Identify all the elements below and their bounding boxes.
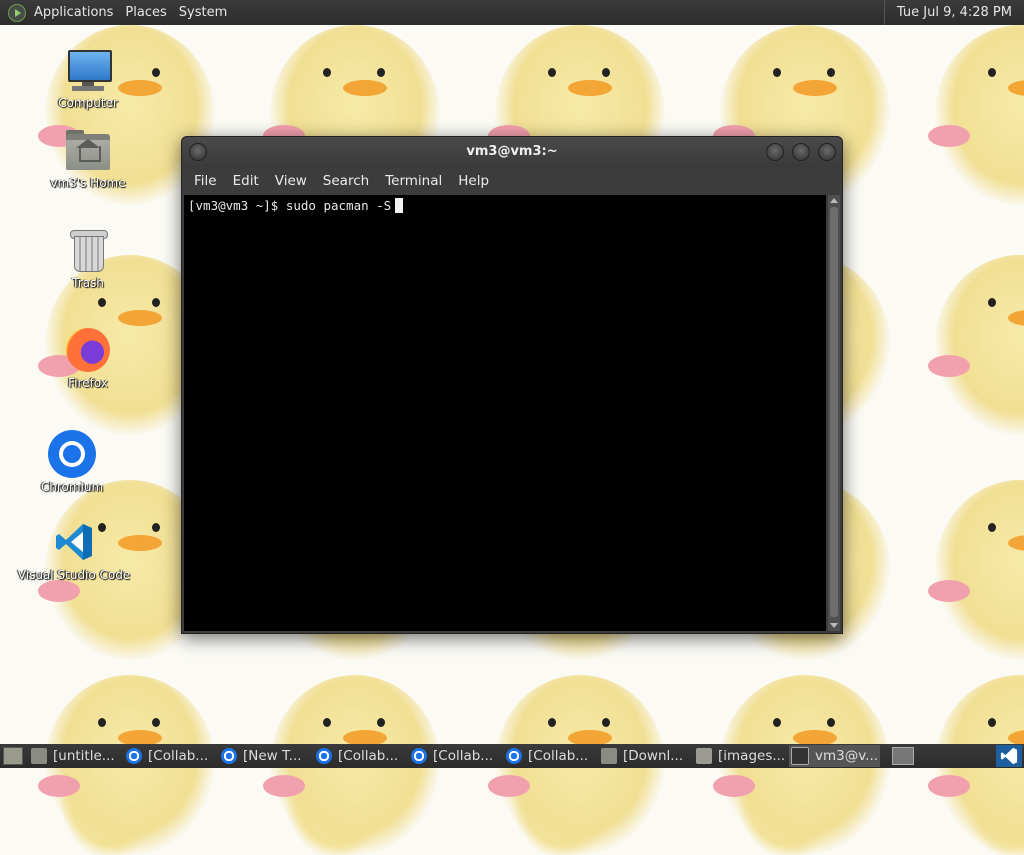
taskbar-task[interactable]: [Collab... <box>314 745 405 767</box>
applications-menu-icon[interactable] <box>8 3 26 22</box>
folder-icon <box>31 748 47 764</box>
scrollbar-thumb[interactable] <box>830 207 838 617</box>
taskbar-task-label: [untitle... <box>53 748 115 764</box>
home-folder-icon <box>64 126 112 174</box>
taskbar-task[interactable]: [New T... <box>219 745 310 767</box>
taskbar-task-label: vm3@v... <box>815 748 879 764</box>
desktop-icon-vscode[interactable]: Visual Studio Code <box>14 518 134 582</box>
scroll-up-icon[interactable] <box>830 198 838 203</box>
terminal-titlebar[interactable]: vm3@vm3:~ <box>182 137 842 167</box>
menu-terminal[interactable]: Terminal <box>377 173 450 189</box>
chromium-icon <box>126 748 142 764</box>
prompt-line: [vm3@vm3 ~]$ sudo pacman -S <box>184 195 826 216</box>
taskbar-task-label: [Collab... <box>148 748 209 764</box>
chromium-icon <box>411 748 427 764</box>
desktop-icon-computer[interactable]: Computer <box>28 46 148 110</box>
minimize-icon[interactable] <box>766 143 784 161</box>
firefox-icon <box>64 326 112 374</box>
taskbar: [untitle... [Collab... [New T... [Collab...… <box>0 744 1024 768</box>
desktop-icon-home[interactable]: vm3's Home <box>28 126 148 190</box>
desktop-icon-label: Firefox <box>68 376 108 390</box>
terminal-menubar: File Edit View Search Terminal Help <box>182 167 842 195</box>
taskbar-task-label: [images... <box>718 748 785 764</box>
window-title: vm3@vm3:~ <box>466 144 558 159</box>
terminal-output[interactable]: [vm3@vm3 ~]$ sudo pacman -S <box>184 195 826 631</box>
system-menu[interactable]: System <box>175 5 235 20</box>
task-list: [untitle... [Collab... [New T... [Collab...… <box>29 745 884 767</box>
taskbar-task[interactable]: [Collab... <box>409 745 500 767</box>
workspace-switcher[interactable] <box>892 747 914 765</box>
terminal-icon <box>791 747 809 765</box>
folder-icon <box>601 748 617 764</box>
desktop-icon-firefox[interactable]: Firefox <box>28 326 148 390</box>
desktop-icon-label: Trash <box>72 276 104 290</box>
top-panel: Applications Places System Tue Jul 9, 4:… <box>0 0 1024 25</box>
scroll-down-icon[interactable] <box>830 623 838 628</box>
trash-icon <box>64 226 112 274</box>
show-desktop-icon[interactable] <box>3 747 23 765</box>
desktop-icon-chromium[interactable]: Chromium <box>12 430 132 494</box>
chromium-icon <box>48 430 96 478</box>
menu-search[interactable]: Search <box>315 173 377 189</box>
menu-view[interactable]: View <box>267 173 315 189</box>
desktop-icon-label: Visual Studio Code <box>17 568 131 582</box>
text-cursor <box>395 198 404 213</box>
taskbar-task-label: [Collab... <box>433 748 494 764</box>
applications-menu[interactable]: Applications <box>30 5 121 20</box>
prompt-text: [vm3@vm3 ~]$ sudo pacman -S <box>188 198 392 213</box>
desktop-icon-label: Chromium <box>40 480 104 494</box>
chromium-icon <box>316 748 332 764</box>
taskbar-task-label: [Downl... <box>623 748 684 764</box>
menu-file[interactable]: File <box>186 173 225 189</box>
computer-icon <box>64 46 112 94</box>
menu-edit[interactable]: Edit <box>225 173 267 189</box>
maximize-icon[interactable] <box>792 143 810 161</box>
desktop-icon-trash[interactable]: Trash <box>28 226 148 290</box>
desktop-icon-label: vm3's Home <box>50 176 126 190</box>
vscode-icon <box>50 518 98 566</box>
taskbar-task[interactable]: [Collab... <box>124 745 215 767</box>
taskbar-task-label: [New T... <box>243 748 302 764</box>
vscode-tray-icon[interactable] <box>996 745 1022 767</box>
terminal-window[interactable]: vm3@vm3:~ File Edit View Search Terminal… <box>181 136 843 634</box>
chromium-icon <box>221 748 237 764</box>
taskbar-task[interactable]: [Downl... <box>599 745 690 767</box>
menu-help[interactable]: Help <box>450 173 497 189</box>
taskbar-task[interactable]: [untitle... <box>29 745 120 767</box>
taskbar-task[interactable]: [Collab... <box>504 745 595 767</box>
taskbar-task[interactable]: vm3@v... <box>789 745 880 767</box>
terminal-scrollbar[interactable] <box>828 195 840 631</box>
places-menu[interactable]: Places <box>121 5 174 20</box>
clock[interactable]: Tue Jul 9, 4:28 PM <box>883 0 1024 25</box>
taskbar-task[interactable]: [images... <box>694 745 785 767</box>
desktop-icon-label: Computer <box>58 96 118 110</box>
image-icon <box>696 748 712 764</box>
taskbar-task-label: [Collab... <box>338 748 399 764</box>
taskbar-task-label: [Collab... <box>528 748 589 764</box>
close-icon[interactable] <box>818 143 836 161</box>
chromium-icon <box>506 748 522 764</box>
